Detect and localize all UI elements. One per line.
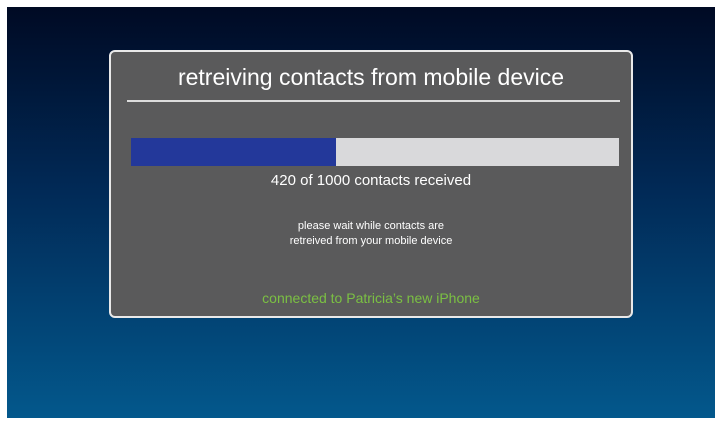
- sync-dialog: retreiving contacts from mobile device 4…: [109, 50, 633, 318]
- connection-status: connected to Patricia’s new iPhone: [262, 290, 480, 306]
- progress-bar-fill: [131, 138, 336, 166]
- progress-label: 420 of 1000 contacts received: [270, 172, 472, 189]
- dialog-title: retreiving contacts from mobile device: [177, 64, 565, 90]
- wait-message-line-2: retreived from your mobile device: [289, 235, 453, 247]
- screen-background: retreiving contacts from mobile device 4…: [7, 7, 715, 418]
- title-divider: [127, 100, 620, 102]
- wait-message: please wait while contacts are retreived…: [111, 219, 631, 249]
- wait-message-line-1: please wait while contacts are: [297, 220, 445, 232]
- progress-bar: [131, 138, 619, 166]
